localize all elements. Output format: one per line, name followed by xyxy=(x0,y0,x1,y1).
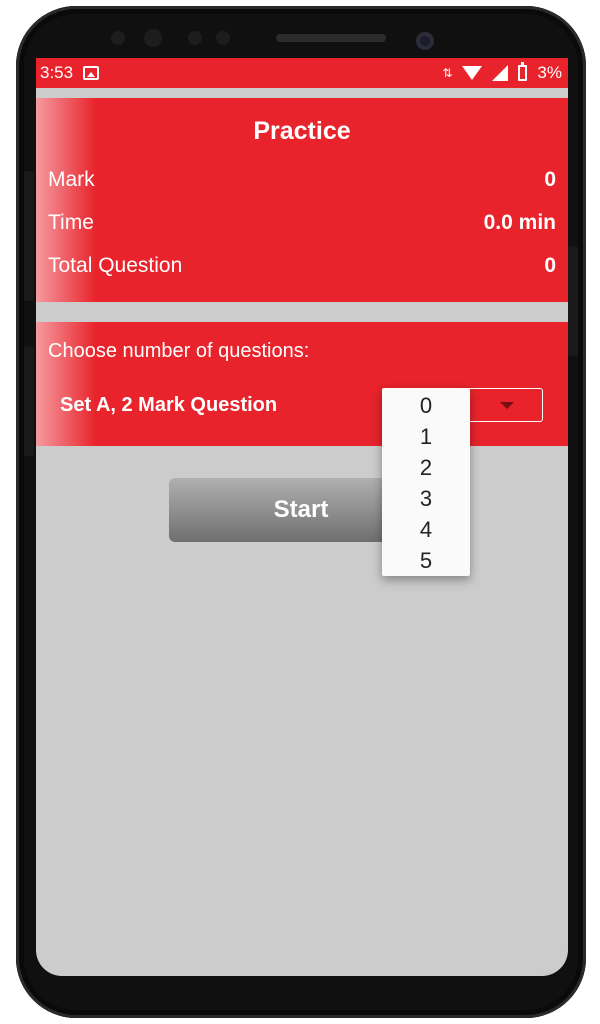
status-bar: 3:53 ⇅ 3% xyxy=(36,58,568,88)
time-row: Time 0.0 min xyxy=(48,211,556,235)
page-title: Practice xyxy=(253,117,351,145)
battery-percent: 3% xyxy=(537,63,562,82)
sensor xyxy=(111,31,125,45)
image-icon xyxy=(83,66,100,80)
dropdown-option-3[interactable]: 3 xyxy=(382,483,470,514)
total-question-value: 0 xyxy=(544,254,556,277)
sensor xyxy=(188,31,202,45)
stats-card: Practice Mark 0 Time 0.0 min Total Quest… xyxy=(36,98,568,302)
dropdown-arrow-icon xyxy=(500,402,514,409)
choose-questions-card: Choose number of questions: Set A, 2 Mar… xyxy=(36,322,568,446)
dropdown-option-2[interactable]: 2 xyxy=(382,452,470,483)
earpiece xyxy=(276,34,386,42)
sensor xyxy=(216,31,230,45)
status-time: 3:53 xyxy=(40,63,74,82)
dropdown-option-1[interactable]: 1 xyxy=(382,421,470,452)
signal-icon xyxy=(492,65,509,81)
battery-icon xyxy=(518,62,528,81)
dropdown-option-0[interactable]: 0 xyxy=(382,390,470,421)
power-button xyxy=(568,246,578,356)
data-arrows-icon: ⇅ xyxy=(442,66,453,80)
dropdown-option-4[interactable]: 4 xyxy=(382,514,470,545)
time-label: Time xyxy=(48,211,94,234)
set-label: Set A, 2 Mark Question xyxy=(60,394,278,416)
app-screen: 3:53 ⇅ 3% Practice Mark 0 Time 0.0 min T… xyxy=(36,58,568,976)
total-question-label: Total Question xyxy=(48,254,183,277)
question-count-dropdown: 0 1 2 3 4 5 xyxy=(382,388,470,576)
volume-up-button xyxy=(24,171,34,301)
choose-questions-label: Choose number of questions: xyxy=(48,340,310,362)
mark-value: 0 xyxy=(544,168,556,191)
total-question-row: Total Question 0 xyxy=(48,254,556,278)
front-camera xyxy=(416,32,434,50)
sensor xyxy=(144,29,162,47)
wifi-icon xyxy=(462,66,483,80)
mark-label: Mark xyxy=(48,168,95,191)
volume-down-button xyxy=(24,346,34,456)
mark-row: Mark 0 xyxy=(48,168,556,192)
time-value: 0.0 min xyxy=(483,211,556,234)
dropdown-option-5[interactable]: 5 xyxy=(382,545,470,576)
